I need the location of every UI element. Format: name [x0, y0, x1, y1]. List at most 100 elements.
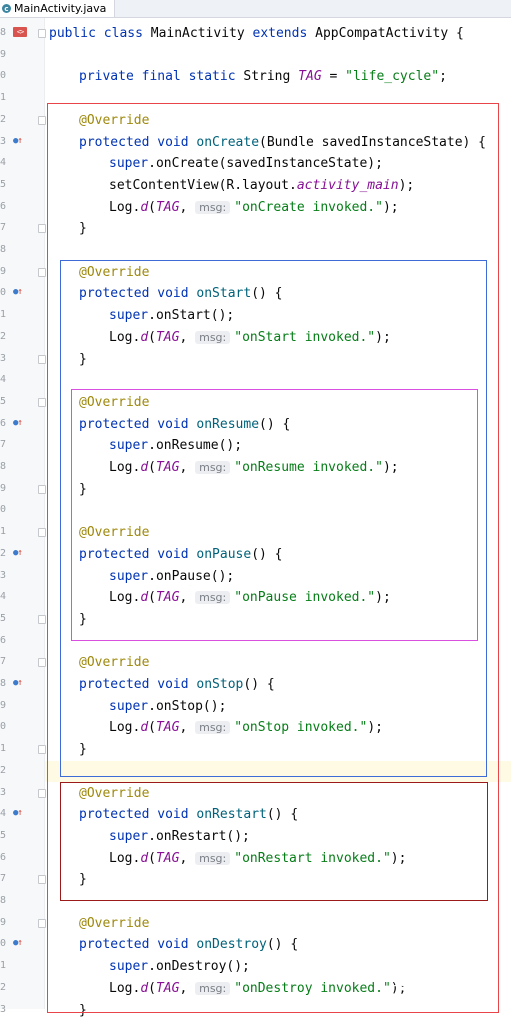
code-line[interactable]: 7super.onResume(); [0, 435, 511, 457]
code-line[interactable]: 0Log.d(TAG, msg:"onStop invoked."); [0, 717, 511, 739]
override-method-icon[interactable]: ●↑ [13, 548, 22, 558]
fold-marker-icon[interactable] [38, 268, 46, 277]
line-number: 5 [0, 830, 10, 841]
fold-marker-icon[interactable] [38, 485, 46, 494]
code-token: String [243, 69, 298, 84]
override-method-icon[interactable]: ●↑ [13, 678, 22, 688]
line-number: 1 [0, 743, 10, 754]
override-method-icon[interactable]: ●↑ [13, 418, 22, 428]
line-number: 8 [0, 244, 10, 255]
code-token: protected void [79, 135, 196, 150]
code-line[interactable]: 9} [0, 479, 511, 501]
code-token: super [109, 829, 148, 844]
code-line[interactable]: 4 [0, 370, 511, 392]
fold-marker-icon[interactable] [38, 355, 46, 364]
code-text: protected void onRestart() { [79, 806, 298, 824]
code-line[interactable]: 1 [0, 88, 511, 110]
code-line[interactable]: 7} [0, 869, 511, 891]
fold-marker-icon[interactable] [38, 29, 46, 38]
override-method-icon[interactable]: ●↑ [13, 938, 22, 948]
line-number: 9 [0, 700, 10, 711]
line-number: 3 [0, 353, 10, 364]
code-line[interactable]: 5 super.onRestart(); [0, 826, 511, 848]
code-line[interactable]: 8 [0, 891, 511, 913]
code-line[interactable]: 0 [0, 500, 511, 522]
code-line[interactable]: 4●↑protected void onRestart() { [0, 804, 511, 826]
code-line[interactable]: 2●↑protected void onPause() { [0, 544, 511, 566]
code-token: Log. [109, 590, 140, 605]
code-line[interactable]: 3@Override [0, 783, 511, 805]
code-line[interactable]: 9@Override [0, 913, 511, 935]
fold-marker-icon[interactable] [38, 745, 46, 754]
code-line[interactable]: 0●↑protected void onStart() { [0, 283, 511, 305]
code-text: @Override [79, 524, 149, 542]
code-line[interactable]: 2Log.d(TAG, msg:"onStart invoked."); [0, 327, 511, 349]
code-line[interactable]: 6Log.d(TAG, msg:"onRestart invoked."); [0, 848, 511, 870]
fold-marker-icon[interactable] [38, 398, 46, 407]
override-method-icon[interactable]: ●↑ [13, 136, 22, 146]
code-line[interactable]: 8Log.d(TAG, msg:"onResume invoked."); [0, 457, 511, 479]
code-token: , [179, 200, 195, 215]
code-line[interactable]: 1} [0, 739, 511, 761]
override-method-icon[interactable]: ●↑ [13, 808, 22, 818]
code-token: } [79, 742, 87, 757]
line-number: 8 [0, 461, 10, 472]
fold-marker-icon[interactable] [38, 224, 46, 233]
code-token: .onRestart(); [148, 829, 250, 844]
code-token: ); [375, 590, 391, 605]
code-token: ; [439, 69, 447, 84]
fold-marker-icon[interactable] [38, 658, 46, 667]
fold-marker-icon[interactable] [38, 116, 46, 125]
code-line[interactable]: 3} [0, 349, 511, 371]
code-token: Log. [109, 981, 140, 996]
fold-marker-icon[interactable] [38, 919, 46, 928]
parameter-hint: msg: [195, 591, 230, 604]
code-line[interactable]: 4super.onCreate(savedInstanceState); [0, 153, 511, 175]
code-token: ); [383, 200, 399, 215]
code-line[interactable]: 6 [0, 631, 511, 653]
fold-marker-icon[interactable] [38, 789, 46, 798]
code-line[interactable]: 1super.onDestroy(); [0, 956, 511, 978]
code-line[interactable]: 6●↑protected void onResume() { [0, 414, 511, 436]
code-line[interactable]: 5@Override [0, 392, 511, 414]
code-line[interactable]: 0●↑protected void onDestroy() { [0, 934, 511, 956]
code-token: Log. [109, 851, 140, 866]
fold-marker-icon[interactable] [38, 528, 46, 537]
code-line[interactable]: 8<>public class MainActivity extends App… [0, 23, 511, 45]
code-line[interactable]: 3●↑protected void onCreate(Bundle savedI… [0, 132, 511, 154]
code-line[interactable]: 8 [0, 240, 511, 262]
code-text: Log.d(TAG, msg:"onRestart invoked."); [109, 850, 406, 868]
override-method-icon[interactable]: ●↑ [13, 287, 22, 297]
code-line[interactable]: 9super.onStop(); [0, 696, 511, 718]
code-line[interactable]: 2@Override [0, 110, 511, 132]
code-line[interactable]: 6Log.d(TAG, msg:"onCreate invoked."); [0, 197, 511, 219]
code-text: Log.d(TAG, msg:"onDestroy invoked."); [109, 980, 406, 998]
code-line[interactable]: 2 [0, 761, 511, 783]
code-line[interactable]: 7} [0, 218, 511, 240]
code-line[interactable]: 7@Override [0, 652, 511, 674]
code-line[interactable]: 1@Override [0, 522, 511, 544]
code-token: } [79, 221, 87, 236]
code-token: ( [148, 981, 156, 996]
code-token: protected void [79, 417, 196, 432]
code-line[interactable]: 4Log.d(TAG, msg:"onPause invoked."); [0, 587, 511, 609]
code-line[interactable]: 5} [0, 609, 511, 631]
code-line[interactable]: 3super.onPause(); [0, 566, 511, 588]
code-line[interactable]: 8●↑protected void onStop() { [0, 674, 511, 696]
code-editor[interactable]: 8<>public class MainActivity extends App… [0, 0, 511, 1009]
code-token: super [109, 959, 148, 974]
code-line[interactable]: 9@Override [0, 262, 511, 284]
code-line[interactable]: 1super.onStart(); [0, 305, 511, 327]
code-line[interactable]: 9 [0, 45, 511, 67]
code-line[interactable]: 5setContentView(R.layout.activity_main); [0, 175, 511, 197]
code-line[interactable]: 3} [0, 1000, 511, 1021]
fold-marker-icon[interactable] [38, 875, 46, 884]
code-text: @Override [79, 915, 149, 933]
code-text: Log.d(TAG, msg:"onCreate invoked."); [109, 199, 399, 217]
code-token: onResume [196, 417, 259, 432]
related-layout-icon[interactable]: <> [13, 27, 27, 37]
code-line[interactable]: 0private final static String TAG = "life… [0, 66, 511, 88]
code-token: TAG [156, 851, 179, 866]
parameter-hint: msg: [195, 331, 230, 344]
fold-marker-icon[interactable] [38, 615, 46, 624]
